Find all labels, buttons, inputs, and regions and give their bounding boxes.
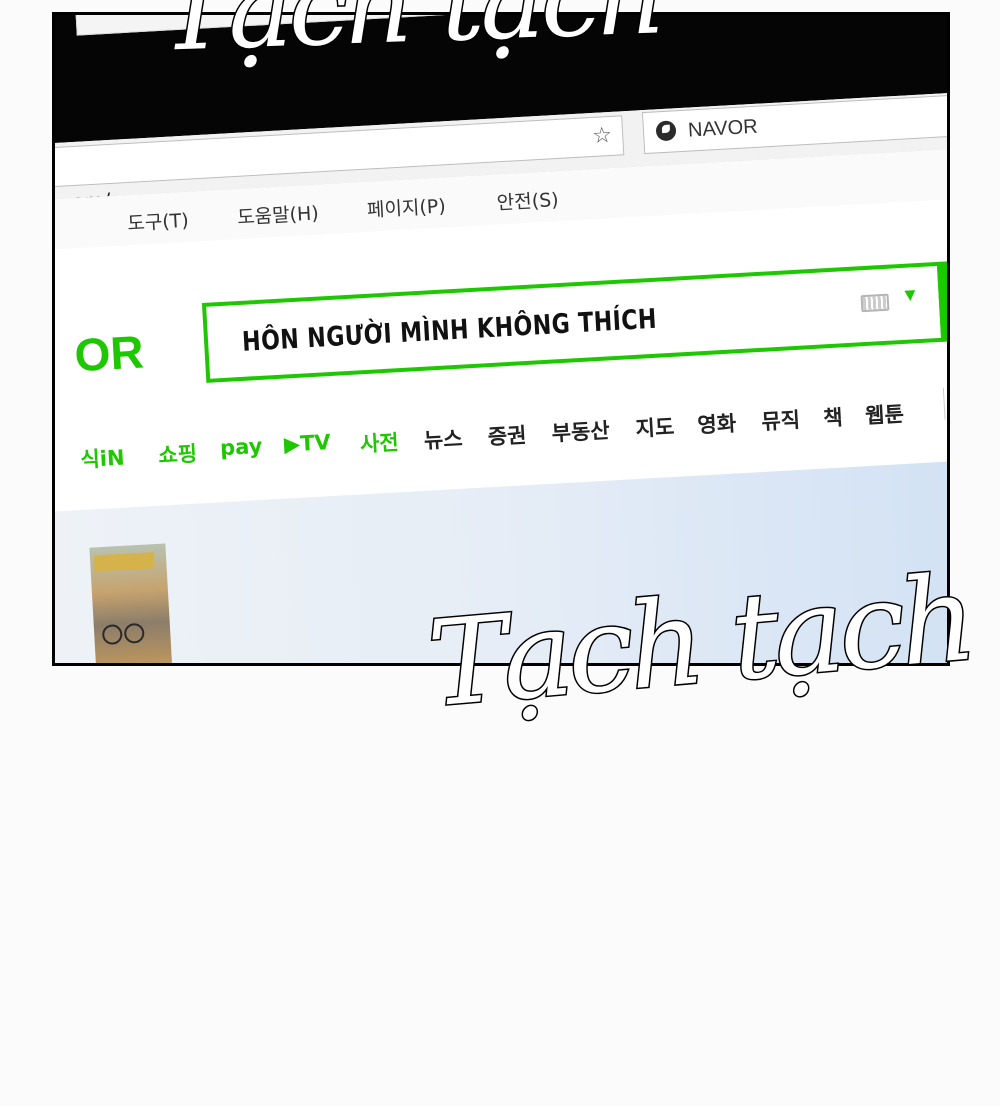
nav-item-shopping[interactable]: 쇼핑 <box>157 438 198 470</box>
nav-item-map[interactable]: 지도 <box>635 411 675 443</box>
news-thumbnail[interactable] <box>89 543 173 663</box>
site-logo[interactable]: OR <box>73 324 145 382</box>
menu-safety[interactable]: 안전(S) <box>496 185 559 215</box>
nav-item-webtoon[interactable]: 웹툰 <box>864 398 905 430</box>
nav-item-tv[interactable]: ▶TV <box>283 430 331 457</box>
nav-item-dictionary[interactable]: 사전 <box>359 426 399 458</box>
nav-item-kin[interactable]: 식iN <box>80 442 126 474</box>
bicycle-wheel-icon <box>123 622 145 644</box>
nav-item-realestate[interactable]: 부동산 <box>551 414 611 447</box>
search-query-text: HÔN NGƯỜI MÌNH KHÔNG THÍCH <box>241 303 658 358</box>
nav-item-pay[interactable]: pay <box>219 434 263 460</box>
keyboard-icon[interactable] <box>860 293 890 313</box>
nav-item-books[interactable]: 책 <box>822 401 844 432</box>
nav-item-news[interactable]: 뉴스 <box>423 423 463 455</box>
bicycle-wheel-icon <box>101 624 123 646</box>
menu-page[interactable]: 페이지(P) <box>366 191 446 222</box>
globe-icon <box>655 120 677 142</box>
search-input[interactable]: HÔN NGƯỜI MÌNH KHÔNG THÍCH ▼ <box>201 261 946 383</box>
menu-help[interactable]: 도움말(H) <box>236 198 320 230</box>
thumbnail-sign <box>93 552 155 572</box>
star-icon[interactable]: ☆ <box>592 123 613 149</box>
nav-divider <box>942 387 946 420</box>
search-engine-label: NAVOR <box>687 115 759 142</box>
nav-item-movies[interactable]: 영화 <box>697 407 737 439</box>
chevron-down-icon[interactable]: ▼ <box>904 287 916 304</box>
menu-tools[interactable]: 도구(T) <box>127 206 190 236</box>
nav-item-stocks[interactable]: 증권 <box>487 419 527 451</box>
nav-item-music[interactable]: 뮤직 <box>761 404 801 436</box>
